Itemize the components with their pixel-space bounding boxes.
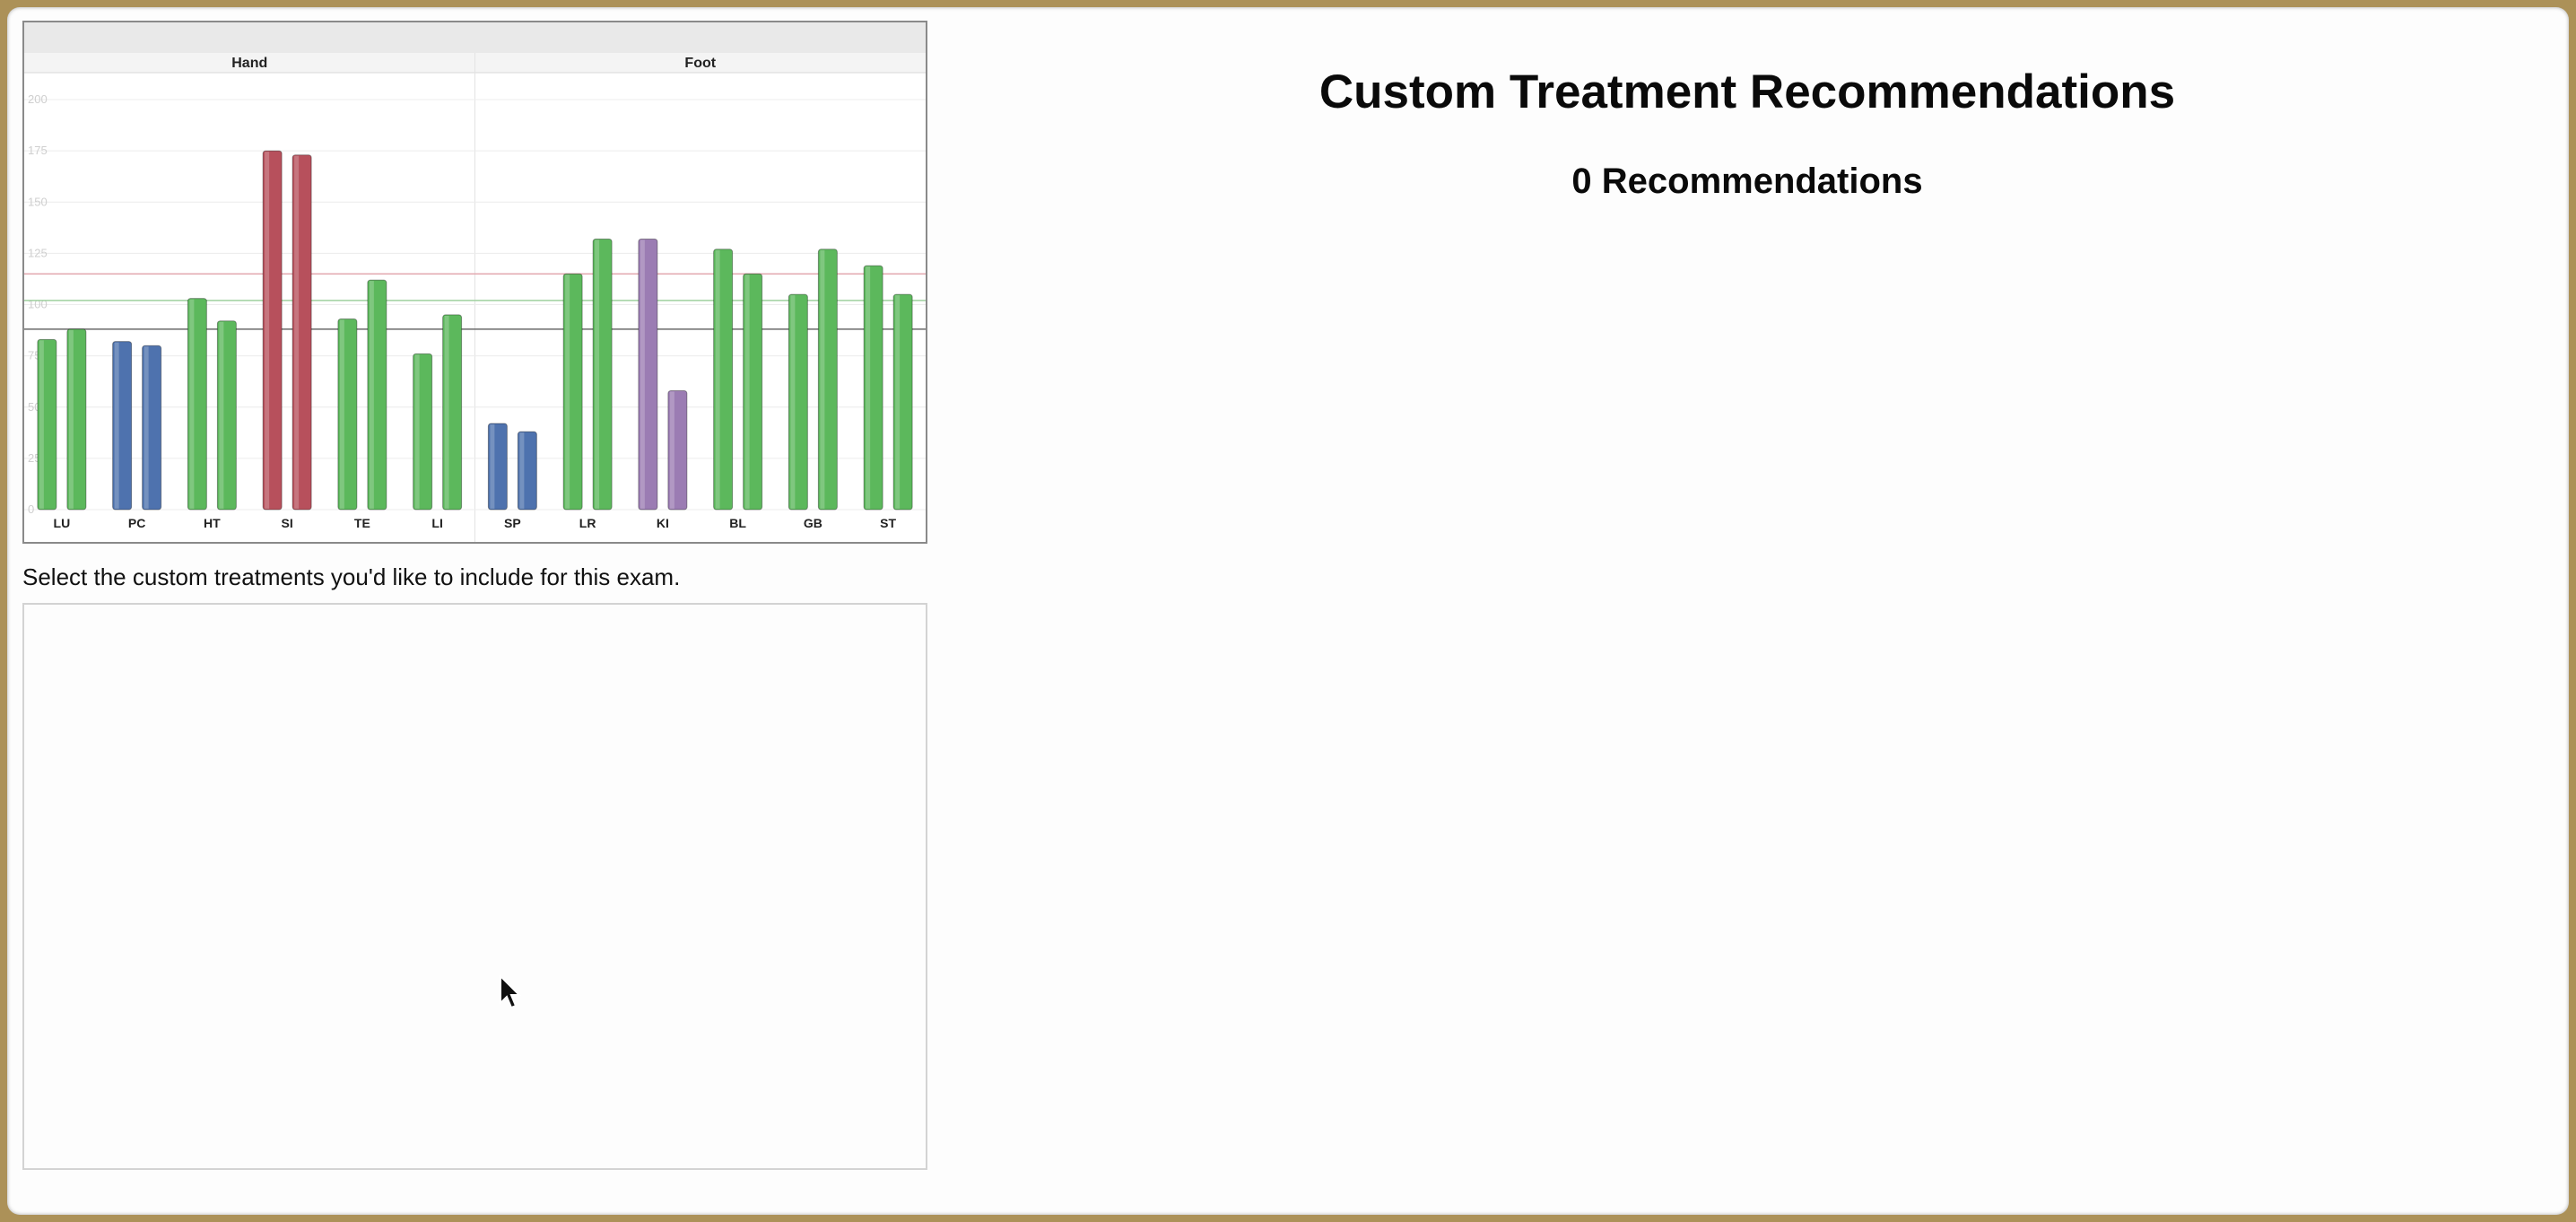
bar-highlight [820,249,825,509]
bar-highlight [219,321,224,509]
y-tick-label: 150 [28,195,48,208]
bar-highlight [744,275,750,509]
bar-highlight [444,315,449,509]
mouse-cursor-icon [500,974,522,1009]
bar-highlight [265,152,270,509]
bar-highlight [790,295,796,509]
meridian-chart: Hand Foot 0 25 50 75 100 125 150 175 200 LU PC HT SI TE… [22,21,927,544]
y-tick-label: 200 [28,92,48,106]
x-tick-label-ki: KI [657,516,669,530]
x-tick-label-sp: SP [504,516,521,530]
x-tick-label-lu: LU [54,516,71,530]
treatment-select-list[interactable] [22,603,927,1170]
bar-highlight [68,329,74,509]
bar-highlight [114,342,119,509]
y-tick-label: 125 [28,246,48,259]
x-tick-label-bl: BL [729,516,746,530]
bar-highlight [669,391,674,509]
page-title: Custom Treatment Recommendations [1318,65,2176,118]
bar-highlight [640,240,645,509]
group-label-hand: Hand [231,56,267,71]
bar-highlight [189,299,195,509]
y-tick-label: 100 [28,298,48,311]
bar-highlight [595,240,600,509]
bar-highlight [866,266,871,509]
bar-highlight [414,354,420,509]
x-tick-label-gb: GB [804,516,822,530]
bar-highlight [144,346,149,509]
bar-highlight [565,275,570,509]
bar-highlight [519,432,525,509]
instruction-text: Select the custom treatments you'd like … [22,563,681,590]
x-tick-label-si: SI [282,516,293,530]
x-tick-label-pc: PC [128,516,145,530]
group-label-foot: Foot [684,56,716,71]
recommendation-count: 0 Recommendations [1571,161,1923,201]
bar-highlight [895,295,901,509]
bar-highlight [339,319,344,509]
bar-highlight [490,424,495,509]
x-tick-label-lr: LR [579,516,596,530]
x-tick-label-st: ST [880,516,896,530]
y-tick-label: 0 [28,502,34,516]
x-tick-label-li: LI [431,516,442,530]
bar-chart: Hand Foot0255075100125150175200LU PC HT SI TE… [24,53,926,542]
x-tick-label-ht: HT [204,516,221,530]
y-tick-label: 175 [28,144,48,157]
x-tick-label-te: TE [354,516,370,530]
app-window: Hand Foot 0 25 50 75 100 125 150 175 200 LU PC HT SI TE… [7,7,2569,1215]
bar-highlight [369,281,374,509]
bar-highlight [715,249,720,509]
bar-highlight [39,340,44,509]
bar-highlight [294,155,300,509]
